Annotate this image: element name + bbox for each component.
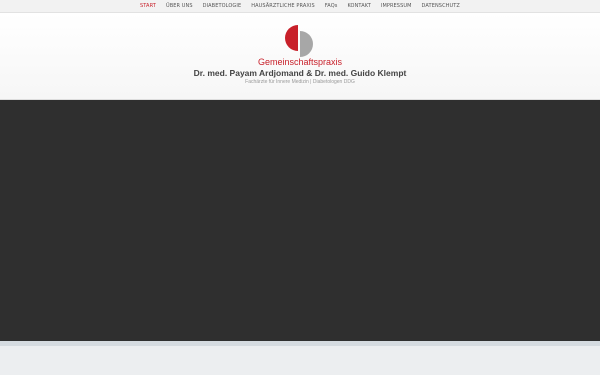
nav-item-hausaerztliche-praxis[interactable]: HAUSÄRZTLICHE PRAXIS — [251, 0, 315, 12]
hero-banner — [0, 100, 600, 341]
nav-item-impressum[interactable]: IMPRESSUM — [381, 0, 412, 12]
brand-name[interactable]: Gemeinschaftspraxis — [0, 57, 600, 67]
nav-list: START ÜBER UNS DIABETOLOGIE HAUSÄRZTLICH… — [0, 0, 600, 12]
page: START ÜBER UNS DIABETOLOGIE HAUSÄRZTLICH… — [0, 0, 600, 375]
brand-doctors: Dr. med. Payam Ardjomand & Dr. med. Guid… — [193, 68, 407, 78]
nav-item-datenschutz[interactable]: DATENSCHUTZ — [422, 0, 460, 12]
main-navigation: START ÜBER UNS DIABETOLOGIE HAUSÄRZTLICH… — [0, 0, 600, 13]
nav-item-kontakt[interactable]: KONTAKT — [347, 0, 370, 12]
nav-item-diabetologie[interactable]: DIABETOLOGIE — [203, 0, 242, 12]
site-footer — [0, 346, 600, 375]
nav-item-faqs[interactable]: FAQs — [325, 0, 338, 12]
nav-item-ueber-uns[interactable]: ÜBER UNS — [166, 0, 193, 12]
split-circle-logo-icon[interactable] — [284, 23, 314, 57]
nav-item-start[interactable]: START — [140, 0, 156, 12]
brand-subtitle: Fachärzte für Innere Medizin | Diabetolo… — [245, 79, 355, 85]
site-header: Gemeinschaftspraxis Dr. med. Payam Ardjo… — [0, 13, 600, 100]
